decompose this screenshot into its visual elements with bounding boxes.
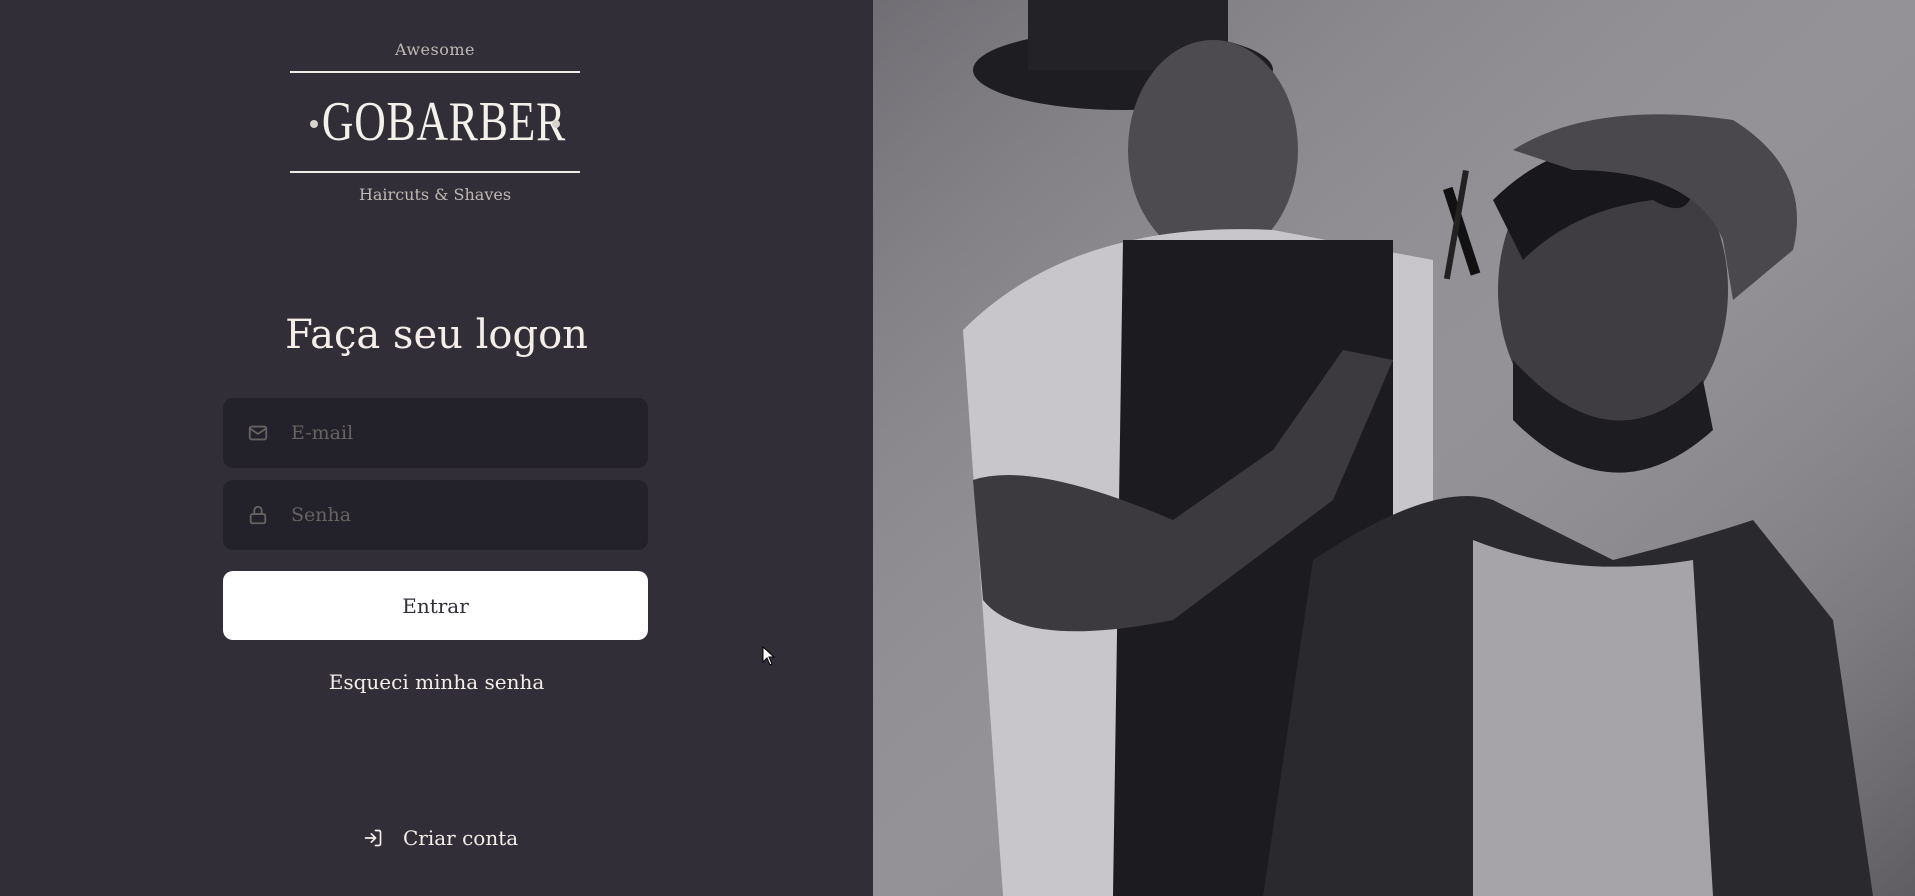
barber-photo-illustration <box>873 0 1915 896</box>
forgot-password-link[interactable]: Esqueci minha senha <box>0 670 873 694</box>
login-button[interactable]: Entrar <box>223 571 648 640</box>
create-account-label: Criar conta <box>403 826 519 850</box>
mouse-cursor-icon <box>762 646 776 666</box>
logo-brand: GOBARBER <box>321 91 566 153</box>
lock-icon <box>249 505 267 525</box>
logo-divider <box>290 171 580 173</box>
password-input[interactable] <box>289 503 633 527</box>
password-field[interactable] <box>223 480 648 550</box>
email-input[interactable] <box>289 421 633 445</box>
log-in-icon <box>364 829 382 847</box>
mail-icon <box>248 425 268 441</box>
login-panel: Awesome GOBARBER Haircuts & Shaves Faça … <box>0 0 873 896</box>
barber-photo <box>873 0 1915 896</box>
logo-dot <box>552 120 560 129</box>
logo-bottom-text: Haircuts & Shaves <box>358 185 512 204</box>
email-field[interactable] <box>223 398 648 468</box>
login-title: Faça seu logon <box>285 312 588 358</box>
gobarber-logo: Awesome GOBARBER Haircuts & Shaves <box>290 40 580 204</box>
logo-dot <box>310 120 318 129</box>
create-account-link[interactable]: Criar conta <box>363 826 518 850</box>
logo-top-text: Awesome <box>395 40 475 59</box>
